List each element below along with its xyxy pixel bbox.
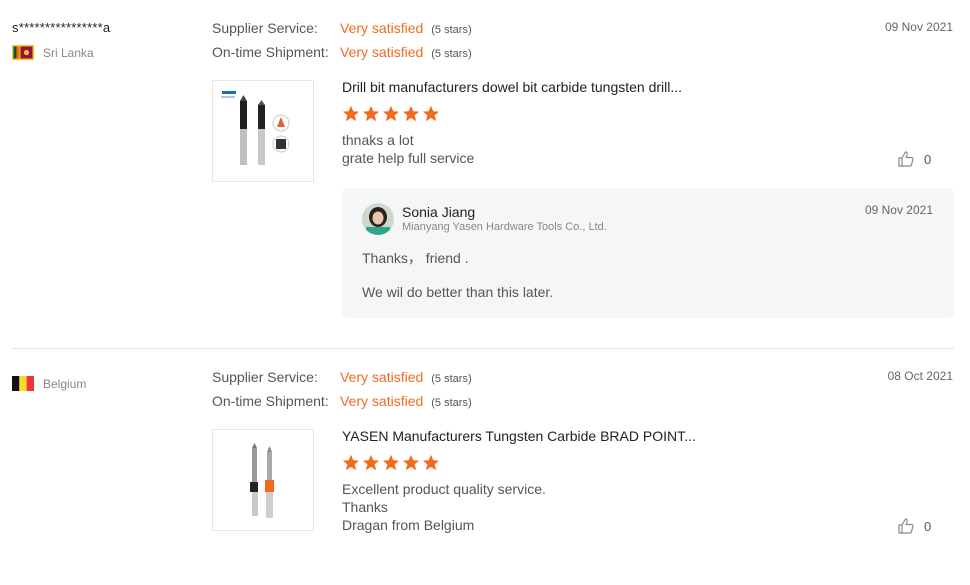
comment-line: Thanks [342,499,388,515]
country-name: Sri Lanka [43,45,94,60]
like-button[interactable]: 0 [897,150,931,168]
shipment-rating: On-time Shipment: Very satisfied (5 star… [212,44,472,60]
buyer-name: s****************a [12,20,111,35]
star-icon [402,454,420,471]
review-date: 09 Nov 2021 [884,20,953,34]
comment-line: Excellent product quality service. [342,481,546,497]
reply-company: Mianyang Yasen Hardware Tools Co., Ltd. [402,221,607,233]
buyer-country: Sri Lanka [12,45,94,60]
review-item: Belgium Supplier Service: Very satisfied… [0,349,970,585]
star-icon [422,454,440,471]
shipment-label: On-time Shipment: [212,44,329,60]
buyer-country: Belgium [12,376,86,391]
star-icon [382,454,400,471]
comment-line: Dragan from Belgium [342,517,475,533]
reply-date: 09 Nov 2021 [864,203,933,217]
product-title[interactable]: YASEN Manufacturers Tungsten Carbide BRA… [342,428,696,444]
star-icon [402,105,420,122]
supplier-service-label: Supplier Service: [212,369,318,385]
sri-lanka-flag-icon [12,45,34,60]
star-icon [362,105,380,122]
supplier-service-rating: Supplier Service: Very satisfied (5 star… [212,369,472,385]
shipment-value: Very satisfied [340,393,424,409]
supplier-service-stars: (5 stars) [431,373,472,385]
star-icon [422,105,440,122]
product-thumbnail[interactable] [212,429,314,531]
star-icon [342,105,360,122]
shipment-label: On-time Shipment: [212,393,329,409]
supplier-service-value: Very satisfied [340,20,424,36]
thumbs-up-icon [898,151,914,167]
comment-line: thnaks a lot [342,132,414,148]
product-title[interactable]: Drill bit manufacturers dowel bit carbid… [342,79,682,95]
avatar [362,203,394,235]
supplier-service-rating: Supplier Service: Very satisfied (5 star… [212,20,472,36]
comment-line: grate help full service [342,150,475,166]
review-comment: Excellent product quality service. Thank… [342,480,546,534]
star-icon [342,454,360,471]
country-name: Belgium [43,376,87,391]
reply-text: We wil do better than this later. [362,284,554,300]
belgium-flag-icon [12,376,34,391]
supplier-reply: Sonia Jiang Mianyang Yasen Hardware Tool… [342,188,954,318]
shipment-stars: (5 stars) [431,397,472,409]
star-icon [382,105,400,122]
supplier-service-value: Very satisfied [340,369,424,385]
shipment-stars: (5 stars) [431,48,472,60]
shipment-rating: On-time Shipment: Very satisfied (5 star… [212,393,472,409]
like-count: 0 [924,518,932,534]
star-icon [362,454,380,471]
like-button[interactable]: 0 [897,517,931,535]
like-count: 0 [924,151,932,167]
review-comment: thnaks a lot grate help full service [342,131,474,167]
reply-text: Thanks， friend . [362,250,469,266]
product-rating-stars [342,454,440,472]
review-item: s****************a Sri Lanka Supplier Se… [0,0,970,348]
reply-author-name: Sonia Jiang [402,204,476,220]
product-thumbnail[interactable] [212,80,314,182]
supplier-service-label: Supplier Service: [212,20,318,36]
supplier-service-stars: (5 stars) [431,24,472,36]
product-rating-stars [342,105,440,123]
shipment-value: Very satisfied [340,44,424,60]
thumbs-up-icon [898,518,914,534]
review-date: 08 Oct 2021 [887,369,953,383]
